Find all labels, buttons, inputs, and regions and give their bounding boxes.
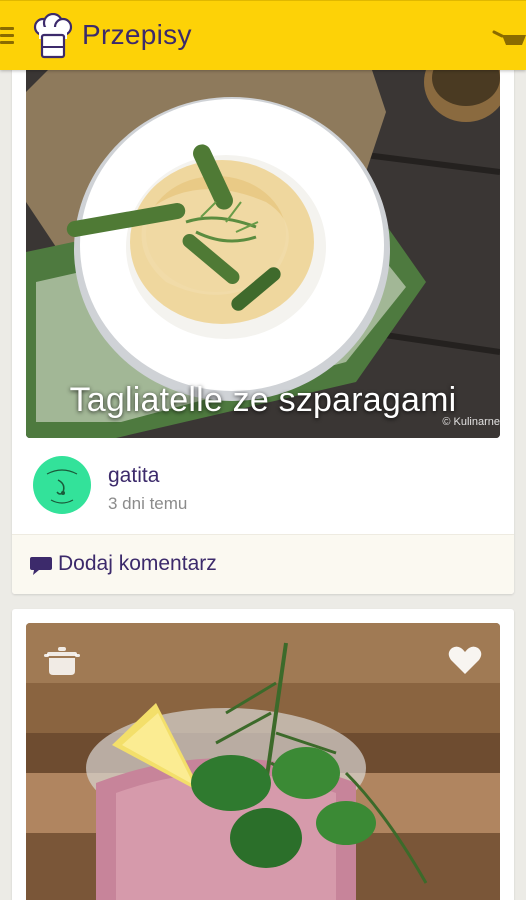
app-bar: Przepisy xyxy=(0,0,526,70)
recipe-photo[interactable] xyxy=(26,623,500,900)
app-title: Przepisy xyxy=(82,19,192,50)
menu-icon[interactable] xyxy=(0,27,14,45)
heart-icon[interactable] xyxy=(448,645,482,675)
author-name[interactable]: gatita xyxy=(108,464,159,488)
chef-hat-icon[interactable] xyxy=(33,13,73,61)
recipe-photo[interactable]: Tagliatelle ze szparagami © Kulinarne xyxy=(26,52,500,438)
cooking-pot-icon[interactable] xyxy=(44,645,80,677)
photo-credit: © Kulinarne xyxy=(442,416,500,428)
avatar-logo xyxy=(46,469,78,504)
add-comment-button[interactable]: Dodaj komentarz xyxy=(12,534,514,594)
recipe-card[interactable] xyxy=(12,609,514,900)
recipe-title[interactable]: Tagliatelle ze szparagami xyxy=(26,381,500,420)
add-comment-label: Dodaj komentarz xyxy=(58,552,217,575)
recipe-card[interactable]: Tagliatelle ze szparagami © Kulinarne ga… xyxy=(12,52,514,594)
post-time: 3 dni temu xyxy=(108,494,188,513)
author-row[interactable]: gatita 3 dni temu xyxy=(12,438,514,534)
speech-bubble-icon xyxy=(30,557,52,575)
avatar[interactable] xyxy=(33,456,91,514)
shopping-basket-icon[interactable] xyxy=(492,23,526,49)
recipe-image xyxy=(26,623,500,900)
